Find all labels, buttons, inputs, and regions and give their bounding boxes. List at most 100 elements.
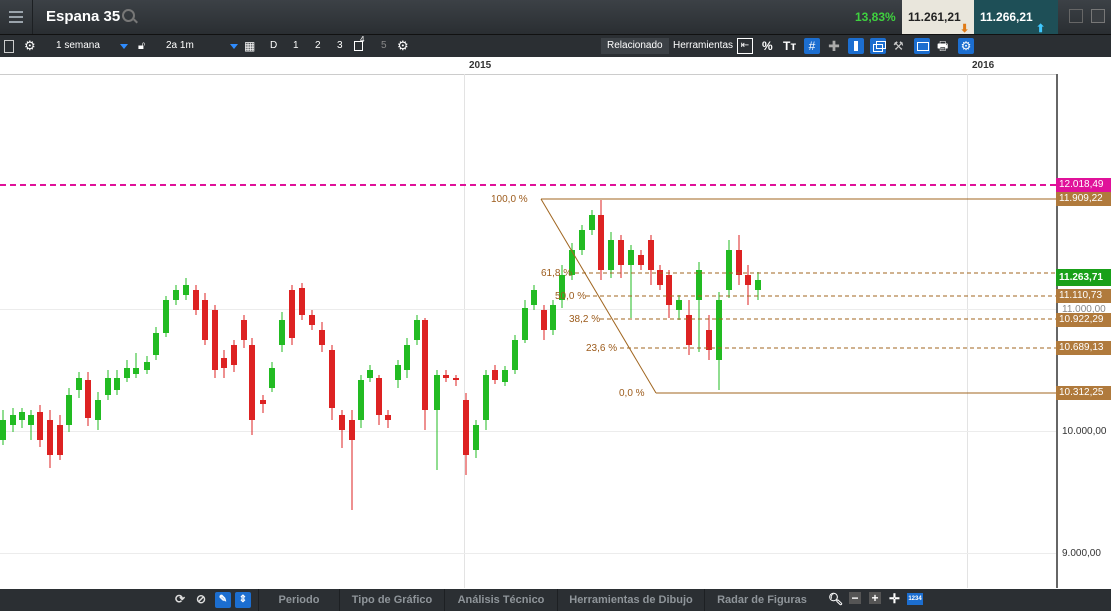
candle-body	[483, 375, 489, 420]
candle-body	[628, 250, 634, 265]
candle-body	[173, 290, 179, 300]
candle-body	[309, 315, 315, 325]
candle-body	[512, 340, 518, 370]
candle-body	[657, 270, 663, 285]
pencil-icon[interactable]: ✎	[215, 592, 231, 608]
candle-body	[221, 358, 227, 368]
candle-body	[579, 230, 585, 250]
crosshair-icon[interactable]: ✛	[889, 591, 900, 607]
candle-body	[57, 425, 63, 455]
candle-body	[443, 375, 449, 378]
candle-body	[249, 345, 255, 420]
tab-periodo[interactable]: Periodo	[258, 589, 339, 611]
data-badge[interactable]: 1234	[907, 593, 923, 605]
candle-body	[531, 290, 537, 305]
candle-body	[618, 240, 624, 265]
tab-herramientas-dibujo[interactable]: Herramientas de Dibujo	[557, 589, 704, 611]
candlestick-plot	[0, 184, 1056, 510]
candle-body	[212, 310, 218, 370]
refresh-icon[interactable]: ⟳	[175, 592, 185, 606]
candle-body	[76, 378, 82, 390]
candle-body	[706, 330, 712, 350]
candle-body	[260, 400, 266, 404]
candle-body	[202, 300, 208, 340]
candle-body	[648, 240, 654, 270]
candle-body	[473, 425, 479, 450]
candle-body	[638, 255, 644, 265]
candle-body	[85, 380, 91, 418]
candle-body	[47, 420, 53, 455]
candle-body	[319, 330, 325, 345]
fib-tag-100: 11.909,22	[1056, 192, 1111, 206]
candle-body	[163, 300, 169, 333]
candle-body	[37, 412, 43, 440]
candle-body	[453, 378, 459, 380]
fib-tag-382: 10.922,29	[1056, 313, 1111, 327]
current-price-tag: 11.263,71	[1056, 269, 1111, 286]
candle-body	[289, 290, 295, 338]
candle-body	[376, 378, 382, 415]
tab-tipo-grafico[interactable]: Tipo de Gráfico	[339, 589, 444, 611]
candle-body	[736, 250, 742, 275]
fib-label-0: 0,0 %	[619, 388, 645, 399]
fib-tag-50: 11.110,73	[1056, 289, 1111, 303]
candle-body	[550, 305, 556, 330]
candle-body	[598, 215, 604, 270]
fib-label-382: 38,2 %	[569, 314, 601, 325]
candle-body	[153, 333, 159, 355]
zoom-in-icon[interactable]: +	[869, 592, 881, 604]
candle-body	[745, 275, 751, 285]
candle-body	[66, 395, 72, 425]
candle-body	[299, 288, 305, 315]
candle-body	[124, 368, 130, 378]
candles	[0, 200, 761, 510]
candle-body	[522, 308, 528, 340]
candle-body	[144, 362, 150, 370]
candle-body	[676, 300, 682, 310]
candle-body	[105, 378, 111, 395]
candle-body	[367, 370, 373, 378]
candle-body	[716, 300, 722, 360]
candle-body	[10, 415, 16, 425]
candle-body	[608, 240, 614, 270]
candle-body	[404, 345, 410, 370]
fib-tag-0: 10.312,25	[1056, 386, 1111, 400]
candle-body	[385, 415, 391, 420]
zoom-out-icon[interactable]: −	[849, 592, 861, 604]
fib-label-50: 50,0 %	[555, 291, 587, 302]
candle-body	[133, 368, 139, 374]
candle-body	[28, 415, 34, 425]
alert-price-tag: 12.018,49	[1056, 178, 1111, 192]
candle-body	[19, 412, 25, 420]
tab-radar-figuras[interactable]: Radar de Figuras	[704, 589, 819, 611]
bottom-bar: ⟳ ⊘ ✎ ⇕ Periodo Tipo de Gráfico Análisis…	[0, 589, 1111, 611]
candle-body	[541, 310, 547, 330]
candle-body	[95, 400, 101, 420]
candle-body	[422, 320, 428, 410]
candle-body	[492, 370, 498, 380]
candle-body	[241, 320, 247, 340]
candle-body	[589, 215, 595, 230]
candle-body	[414, 320, 420, 340]
candle-body	[463, 400, 469, 455]
fib-tag-236: 10.689,13	[1056, 341, 1111, 355]
candle-body	[395, 365, 401, 380]
zoom-icon[interactable]: 🔍︎	[828, 592, 843, 606]
candle-body	[434, 375, 440, 410]
candle-body	[339, 415, 345, 430]
fib-label-100: 100,0 %	[491, 194, 528, 205]
sort-icon[interactable]: ⇕	[235, 592, 251, 608]
cancel-icon[interactable]: ⊘	[196, 592, 206, 606]
candle-body	[0, 420, 6, 440]
fib-label-236: 23,6 %	[586, 343, 618, 354]
candle-body	[193, 290, 199, 310]
candle-body	[358, 380, 364, 420]
tab-analisis-tecnico[interactable]: Análisis Técnico	[444, 589, 557, 611]
candle-body	[502, 370, 508, 382]
candle-body	[349, 420, 355, 440]
candle-body	[183, 285, 189, 295]
candle-body	[329, 350, 335, 408]
candle-body	[279, 320, 285, 345]
candle-body	[269, 368, 275, 388]
candle-body	[114, 378, 120, 390]
